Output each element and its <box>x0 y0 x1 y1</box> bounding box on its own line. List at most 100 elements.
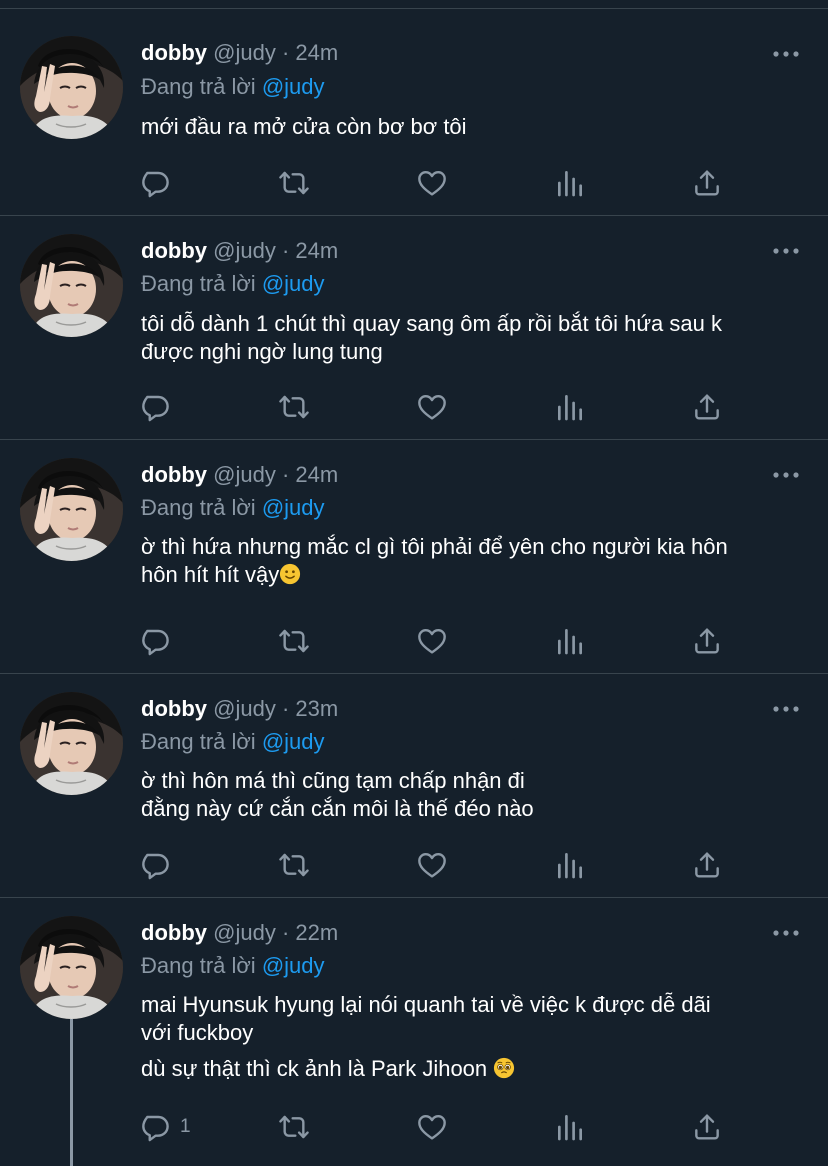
mention-link[interactable]: @judy <box>262 271 325 296</box>
share-icon <box>695 1114 719 1140</box>
retweet-button[interactable] <box>278 624 310 658</box>
retweet-button[interactable] <box>278 166 310 200</box>
share-button[interactable] <box>691 624 723 658</box>
more-icon[interactable] <box>770 463 802 487</box>
share-icon <box>695 628 719 654</box>
like-icon <box>418 853 446 878</box>
share-button[interactable] <box>691 848 723 882</box>
share-button[interactable] <box>691 166 723 200</box>
retweet-icon <box>279 1115 309 1139</box>
like-icon <box>418 1114 446 1140</box>
author-name[interactable]: dobby <box>141 696 207 721</box>
author-name[interactable]: dobby <box>141 40 207 65</box>
share-button[interactable] <box>691 390 723 424</box>
timestamp[interactable]: 24m <box>295 238 338 263</box>
reply-count: 1 <box>180 1116 191 1137</box>
retweet-button[interactable] <box>278 848 310 882</box>
share-icon <box>695 394 719 420</box>
retweet-icon <box>279 171 309 195</box>
replying-to: Đang trả lời @judy <box>141 953 325 979</box>
thread-line <box>70 1017 73 1166</box>
views-button[interactable] <box>554 390 586 424</box>
like-button[interactable] <box>416 1110 448 1144</box>
mention-link[interactable]: @judy <box>262 953 325 978</box>
avatar[interactable] <box>20 916 123 1019</box>
author-handle[interactable]: @judy <box>213 696 276 721</box>
tweet-header: dobby @judy · 24m <box>141 40 338 68</box>
timestamp[interactable]: 24m <box>295 462 338 487</box>
retweet-button[interactable] <box>278 390 310 424</box>
replying-prefix: Đang trả lời <box>141 729 256 754</box>
replying-prefix: Đang trả lời <box>141 953 256 978</box>
action-bar <box>140 166 740 200</box>
tweet-line: mai Hyunsuk hyung lại nói quanh tai về v… <box>141 992 711 1017</box>
separator: · <box>281 920 290 945</box>
author-name[interactable]: dobby <box>141 920 207 945</box>
avatar[interactable] <box>20 692 123 795</box>
timestamp[interactable]: 24m <box>295 40 338 65</box>
action-bar: 1 <box>140 1110 740 1144</box>
replying-prefix: Đang trả lời <box>141 495 256 520</box>
top-divider <box>0 8 828 9</box>
views-button[interactable] <box>554 166 586 200</box>
mention-link[interactable]: @judy <box>262 74 325 99</box>
author-name[interactable]: dobby <box>141 462 207 487</box>
retweet-icon <box>279 629 309 653</box>
reply-button[interactable] <box>140 624 180 658</box>
mention-link[interactable]: @judy <box>262 495 325 520</box>
tweet-line: tôi dỗ dành 1 chút thì quay sang ôm ấp r… <box>141 311 722 336</box>
author-name[interactable]: dobby <box>141 238 207 263</box>
reply-icon <box>142 1115 169 1142</box>
views-button[interactable] <box>554 1110 586 1144</box>
more-icon[interactable] <box>770 921 802 945</box>
retweet-button[interactable] <box>278 1110 310 1144</box>
more-icon[interactable] <box>770 697 802 721</box>
timestamp[interactable]: 23m <box>295 696 338 721</box>
like-button[interactable] <box>416 166 448 200</box>
like-icon <box>418 395 446 420</box>
tweet-text: mai Hyunsuk hyung lại nói quanh tai về v… <box>141 991 811 1083</box>
replying-to: Đang trả lời @judy <box>141 271 325 297</box>
tweet-line: với fuckboy <box>141 1020 254 1045</box>
tweet-text: tôi dỗ dành 1 chút thì quay sang ôm ấp r… <box>141 310 811 366</box>
author-handle[interactable]: @judy <box>213 462 276 487</box>
author-handle[interactable]: @judy <box>213 40 276 65</box>
reply-button[interactable] <box>140 390 180 424</box>
avatar[interactable] <box>20 458 123 561</box>
timestamp[interactable]: 22m <box>295 920 338 945</box>
replying-to: Đang trả lời @judy <box>141 495 325 521</box>
like-button[interactable] <box>416 624 448 658</box>
reply-button[interactable] <box>140 848 180 882</box>
reply-button[interactable]: 1 <box>140 1110 191 1144</box>
divider <box>0 673 828 674</box>
reply-icon <box>142 171 169 198</box>
separator: · <box>281 40 290 65</box>
replying-to: Đang trả lời @judy <box>141 729 325 755</box>
analytics-icon <box>557 1115 583 1141</box>
avatar[interactable] <box>20 36 123 139</box>
more-icon[interactable] <box>770 239 802 263</box>
replying-prefix: Đang trả lời <box>141 271 256 296</box>
author-handle[interactable]: @judy <box>213 238 276 263</box>
like-button[interactable] <box>416 848 448 882</box>
action-bar <box>140 390 740 424</box>
share-button[interactable] <box>691 1110 723 1144</box>
avatar[interactable] <box>20 234 123 337</box>
separator: · <box>281 238 290 263</box>
divider <box>0 215 828 216</box>
retweet-icon <box>279 395 309 419</box>
retweet-icon <box>279 853 309 877</box>
mention-link[interactable]: @judy <box>262 729 325 754</box>
reply-icon <box>142 395 169 422</box>
divider <box>0 439 828 440</box>
more-icon[interactable] <box>770 42 802 66</box>
tweet-text: mới đầu ra mở cửa còn bơ bơ tôi <box>141 113 811 141</box>
reply-button[interactable] <box>140 166 180 200</box>
like-button[interactable] <box>416 390 448 424</box>
tweet-line: dù sự thật thì ck ảnh là Park Jihoon <box>141 1056 488 1081</box>
views-button[interactable] <box>554 848 586 882</box>
views-button[interactable] <box>554 624 586 658</box>
tweet-line: được nghi ngờ lung tung <box>141 339 383 364</box>
author-handle[interactable]: @judy <box>213 920 276 945</box>
tweet-header: dobby @judy · 24m <box>141 462 338 490</box>
